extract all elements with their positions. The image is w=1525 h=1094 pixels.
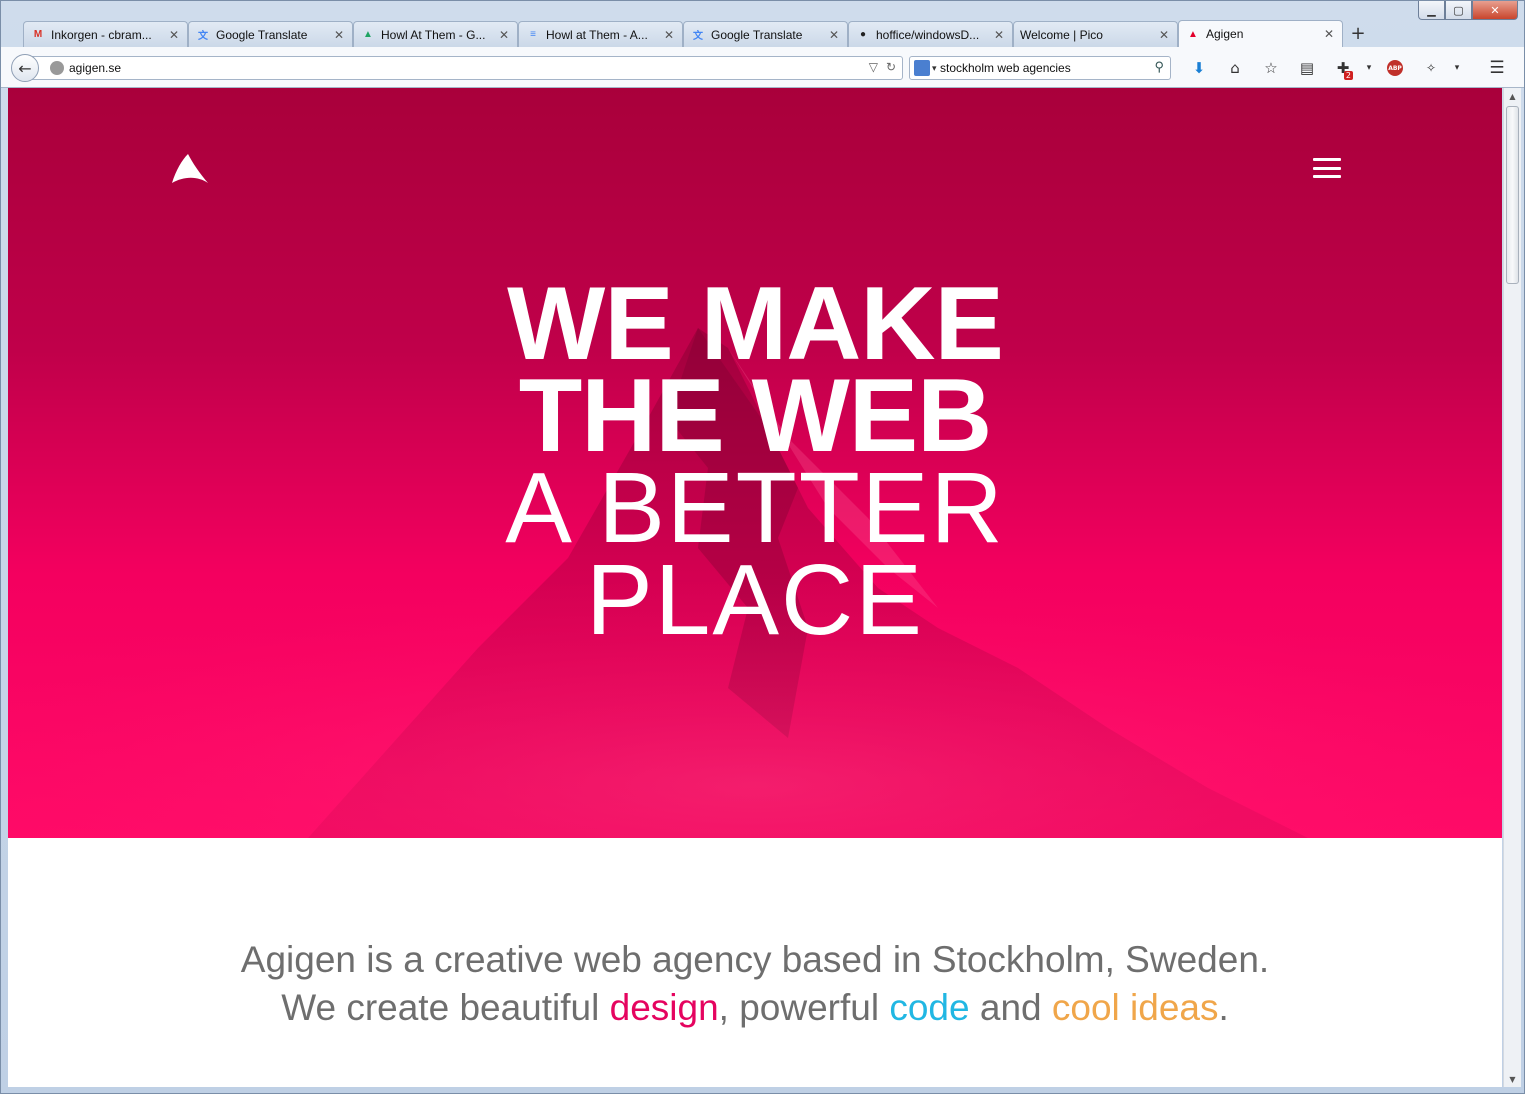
intro-text-segment: . (1218, 987, 1229, 1028)
menu-icon[interactable]: ☰ (1479, 56, 1515, 80)
abp-label: ABP (1387, 60, 1403, 76)
intro-text-segment: and (969, 987, 1052, 1028)
extension-dropdown-icon[interactable]: ▾ (1449, 56, 1465, 80)
agigen-icon: ▲ (1188, 28, 1198, 40)
translate-icon: 文 (693, 31, 703, 42)
docs-icon: ≡ (530, 29, 536, 40)
window-controls: ▁ ▢ ✕ (1418, 1, 1518, 20)
addon-badge: 2 (1343, 71, 1353, 80)
agigen-logo[interactable] (170, 152, 210, 184)
github-icon: ● (859, 29, 867, 40)
tab-close-icon[interactable]: ✕ (1322, 27, 1336, 41)
url-text: agigen.se (69, 61, 122, 75)
tab-hoffice[interactable]: ● hoffice/windowsD... ✕ (848, 21, 1013, 47)
headline-line-4: PLACE (586, 544, 924, 656)
intro-text: Agigen is a creative web agency based in… (8, 936, 1502, 1032)
search-input[interactable]: stockholm web agencies (940, 61, 1071, 75)
gmail-icon: M (33, 29, 43, 40)
tab-label: Google Translate (711, 27, 803, 42)
menu-line (1313, 175, 1341, 178)
tab-welcome-pico[interactable]: Welcome | Pico ✕ (1013, 21, 1178, 47)
addon-dropdown-icon[interactable]: ▾ (1361, 56, 1377, 80)
hero-headline: WE MAKE THE WEB A BETTER PLACE (8, 266, 1502, 656)
headline-line-3: A BETTER (505, 452, 1005, 564)
headline-line-2: THE WEB (518, 358, 993, 474)
menu-line (1313, 158, 1341, 161)
tab-close-icon[interactable]: ✕ (827, 28, 841, 42)
intro-text-segment: We create beautiful (281, 987, 610, 1028)
tab-label: Google Translate (216, 27, 308, 42)
tab-close-icon[interactable]: ✕ (167, 28, 181, 42)
tab-label: Howl at Them - A... (546, 27, 648, 42)
tab-label: Agigen (1206, 27, 1244, 41)
page-viewport: WE MAKE THE WEB A BETTER PLACE Agigen is… (8, 88, 1502, 1087)
tab-label: Howl At Them - G... (381, 27, 486, 42)
maximize-button[interactable]: ▢ (1445, 1, 1472, 20)
tab-howl-docs[interactable]: ≡ Howl at Them - A... ✕ (518, 21, 683, 47)
ideas-highlight: cool ideas (1051, 987, 1219, 1028)
chevron-down-icon: ▾ (932, 62, 937, 73)
url-bar[interactable]: agigen.se ▽ ↻ (31, 56, 903, 80)
new-tab-button[interactable]: + (1345, 20, 1371, 46)
tab-close-icon[interactable]: ✕ (992, 28, 1006, 42)
code-highlight: code (889, 987, 970, 1028)
search-engine-icon (914, 60, 930, 76)
tab-label: hoffice/windowsD... (876, 27, 980, 42)
browser-window: ▁ ▢ ✕ M Inkorgen - cbram... ✕ 文 Google T… (0, 0, 1525, 1094)
hamburger-menu-icon[interactable] (1313, 158, 1341, 178)
home-icon[interactable]: ⌂ (1217, 56, 1253, 80)
design-highlight: design (609, 987, 719, 1028)
adblock-plus-icon[interactable]: ABP (1377, 56, 1413, 80)
extension-icon[interactable]: ✧ (1413, 56, 1449, 80)
tab-label: Welcome | Pico (1020, 27, 1103, 42)
translate-icon: 文 (198, 31, 208, 42)
intro-text-segment: , powerful (718, 987, 890, 1028)
back-button[interactable]: ← (11, 54, 39, 82)
download-icon[interactable]: ⬇ (1181, 56, 1217, 80)
tab-label: Inkorgen - cbram... (51, 27, 152, 42)
tab-close-icon[interactable]: ✕ (662, 28, 676, 42)
tab-inkorgen[interactable]: M Inkorgen - cbram... ✕ (23, 21, 188, 47)
tab-google-translate-2[interactable]: 文 Google Translate ✕ (683, 21, 848, 47)
tab-howl-drive[interactable]: ▲ Howl At Them - G... ✕ (353, 21, 518, 47)
tab-close-icon[interactable]: ✕ (497, 28, 511, 42)
reload-icon[interactable]: ↻ (886, 60, 896, 74)
url-bar-actions: ▽ ↻ (869, 60, 896, 74)
tab-google-translate[interactable]: 文 Google Translate ✕ (188, 21, 353, 47)
headline-line-1: WE MAKE (507, 266, 1004, 382)
drive-icon: ▲ (363, 29, 373, 40)
hero-section: WE MAKE THE WEB A BETTER PLACE (8, 88, 1502, 838)
navigation-bar: agigen.se ▽ ↻ ← ▾ stockholm web agencies… (1, 47, 1524, 88)
globe-icon (50, 61, 64, 75)
intro-line-2: We create beautiful design, powerful cod… (8, 984, 1502, 1032)
reading-list-icon[interactable]: ▤ (1289, 56, 1325, 80)
url-dropdown-icon[interactable]: ▽ (869, 60, 878, 74)
tab-strip: M Inkorgen - cbram... ✕ 文 Google Transla… (23, 20, 1371, 47)
minimize-button[interactable]: ▁ (1418, 1, 1445, 20)
vertical-scrollbar[interactable]: ▲ ▼ (1503, 88, 1521, 1087)
tab-close-icon[interactable]: ✕ (1157, 28, 1171, 42)
close-window-button[interactable]: ✕ (1472, 1, 1518, 20)
search-icon[interactable]: ⚲ (1154, 59, 1164, 75)
scroll-down-arrow-icon[interactable]: ▼ (1504, 1071, 1521, 1087)
scrollbar-thumb[interactable] (1506, 106, 1519, 284)
intro-line-1: Agigen is a creative web agency based in… (240, 939, 1270, 980)
tab-close-icon[interactable]: ✕ (332, 28, 346, 42)
bookmark-star-icon[interactable]: ☆ (1253, 56, 1289, 80)
scroll-up-arrow-icon[interactable]: ▲ (1504, 88, 1521, 104)
search-engine-selector[interactable]: ▾ (914, 59, 940, 77)
menu-line (1313, 166, 1341, 170)
search-bar[interactable]: ▾ stockholm web agencies ⚲ (909, 56, 1171, 80)
addon-icon[interactable]: ✚ 2 (1325, 56, 1361, 80)
tab-agigen[interactable]: ▲ Agigen ✕ (1178, 20, 1343, 47)
toolbar-icons: ⬇ ⌂ ☆ ▤ ✚ 2 ▾ ABP ✧ ▾ ☰ (1181, 56, 1515, 80)
